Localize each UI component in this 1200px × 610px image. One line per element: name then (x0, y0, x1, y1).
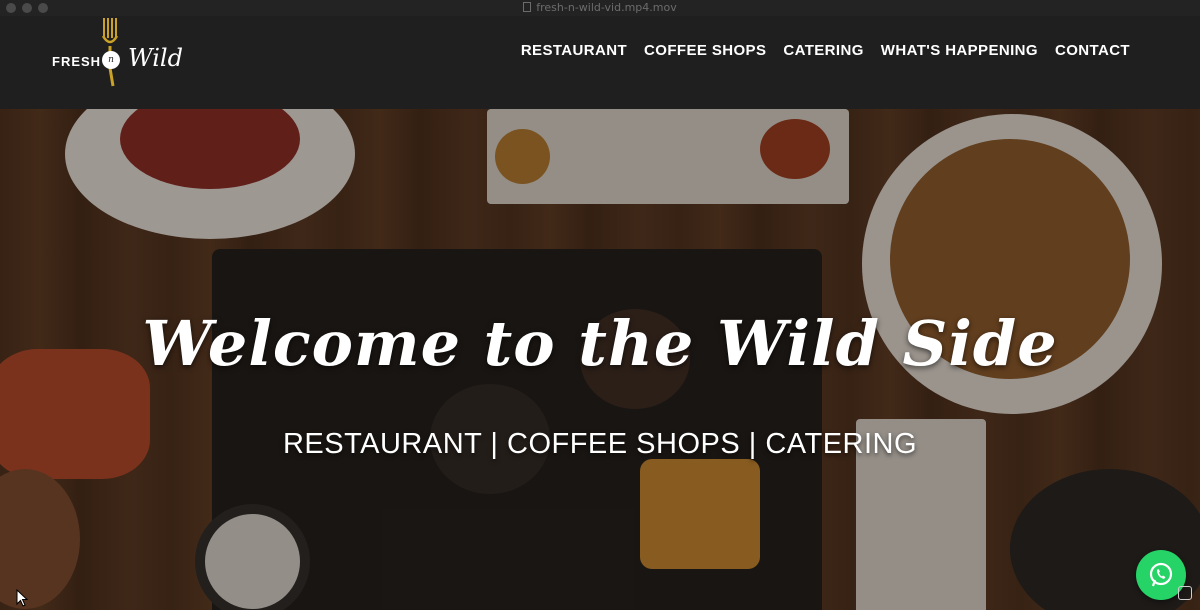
nav-catering[interactable]: CATERING (783, 42, 863, 59)
window-title: fresh-n-wild-vid.mp4.mov (0, 1, 1200, 14)
nav-whats-happening[interactable]: WHAT'S HAPPENING (881, 42, 1038, 59)
hero-title: Welcome to the Wild Side (142, 307, 1058, 380)
mouse-cursor-icon (16, 589, 28, 607)
window-titlebar: fresh-n-wild-vid.mp4.mov (0, 0, 1200, 16)
logo-n-badge: n (102, 51, 120, 69)
picture-in-picture-icon[interactable] (1178, 586, 1192, 600)
nav-contact[interactable]: CONTACT (1055, 42, 1130, 59)
hero-subtitle: RESTAURANT | COFFEE SHOPS | CATERING (282, 428, 918, 460)
main-nav: RESTAURANT COFFEE SHOPS CATERING WHAT'S … (521, 42, 1130, 59)
nav-restaurant[interactable]: RESTAURANT (521, 42, 627, 59)
hero-banner: Welcome to the Wild Side RESTAURANT | CO… (0, 109, 1200, 610)
whatsapp-icon (1149, 562, 1173, 587)
nav-coffee-shops[interactable]: COFFEE SHOPS (644, 42, 766, 59)
logo-fresh-text: FRESH (52, 54, 102, 69)
document-icon (523, 2, 532, 12)
site-logo[interactable]: FRESH n Wild (52, 16, 197, 96)
logo-wild-text: Wild (128, 44, 183, 72)
site-header: FRESH n Wild RESTAURANT COFFEE SHOPS CAT… (0, 16, 1200, 109)
